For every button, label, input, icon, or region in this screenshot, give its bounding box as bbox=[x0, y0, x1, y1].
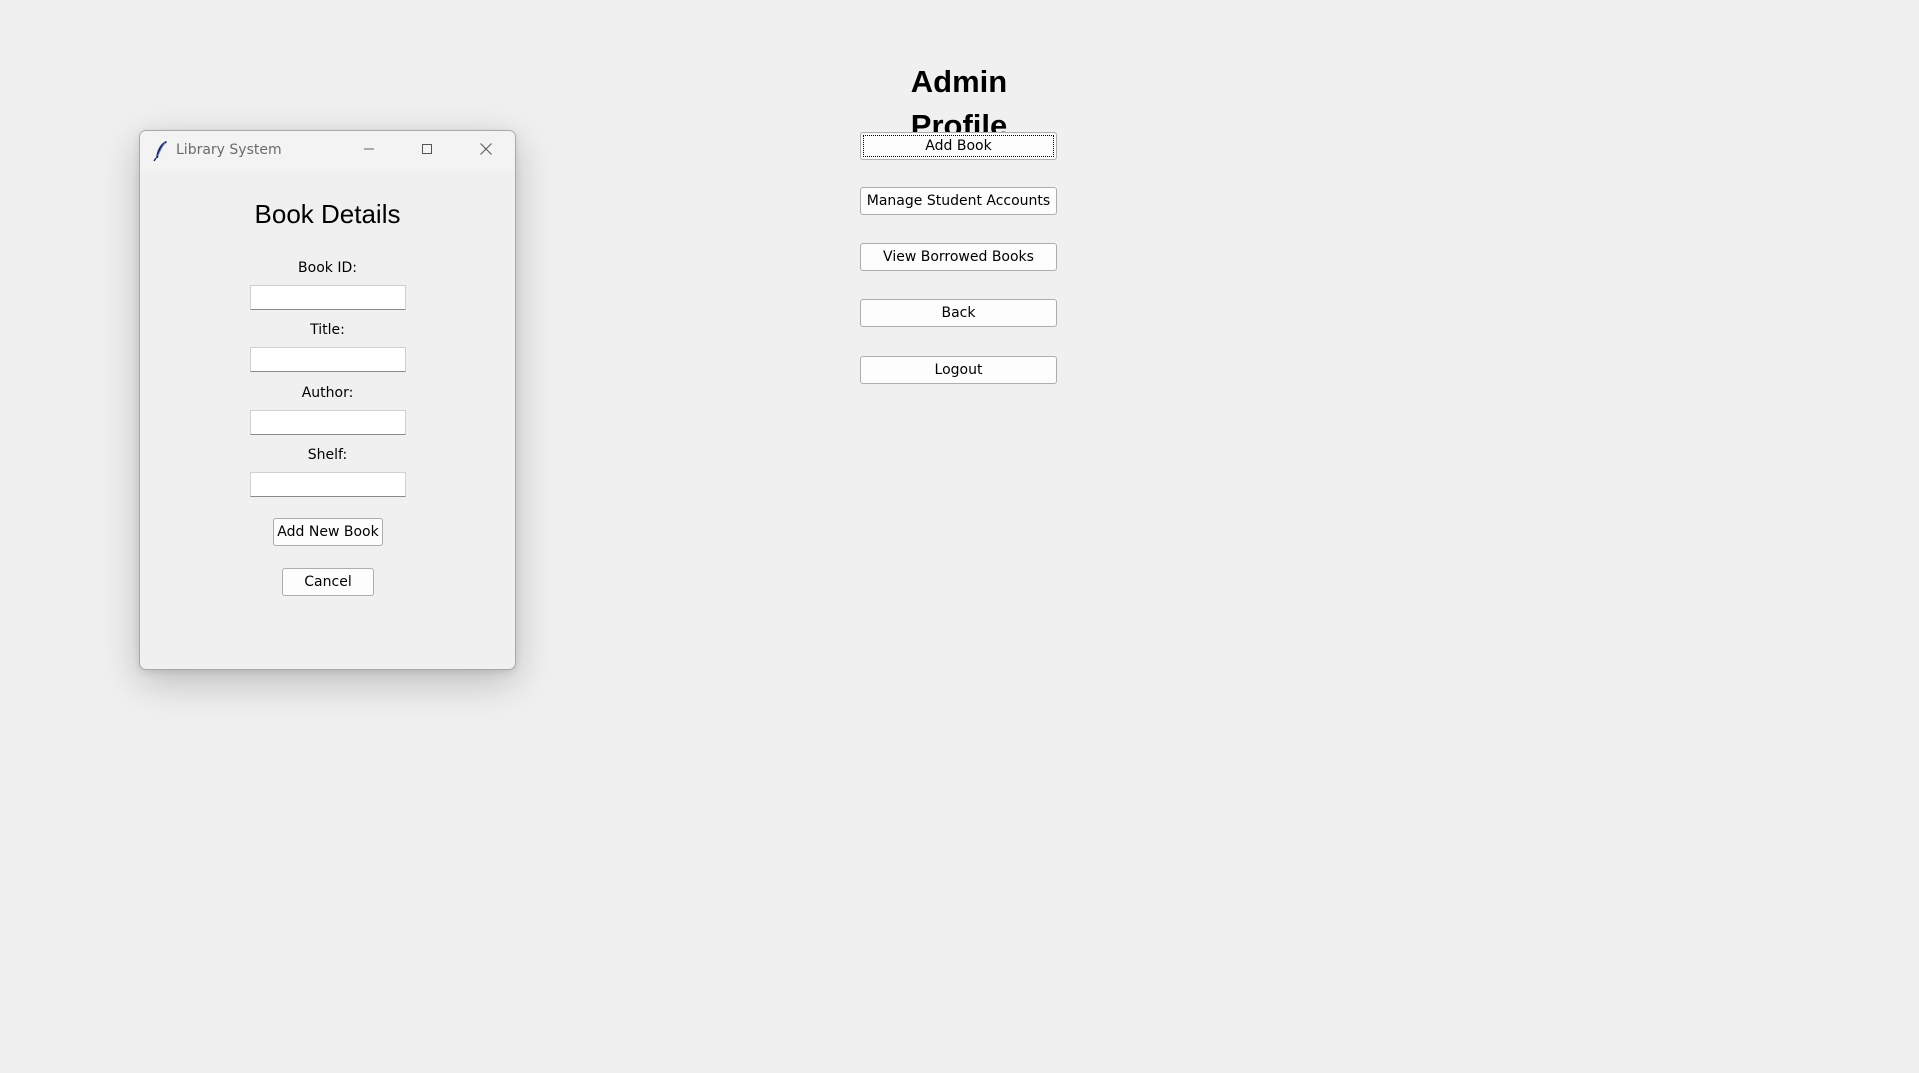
back-button[interactable]: Back bbox=[860, 299, 1057, 327]
add-new-book-button[interactable]: Add New Book bbox=[273, 518, 383, 546]
author-input[interactable] bbox=[250, 410, 406, 435]
shelf-input[interactable] bbox=[250, 472, 406, 497]
maximize-icon bbox=[421, 142, 433, 160]
book-id-input[interactable] bbox=[250, 285, 406, 310]
feather-icon bbox=[152, 140, 170, 162]
logout-button[interactable]: Logout bbox=[860, 356, 1057, 384]
add-book-button[interactable]: Add Book bbox=[860, 132, 1057, 160]
minimize-icon bbox=[363, 142, 375, 160]
close-icon bbox=[479, 142, 493, 161]
book-details-dialog: Library System Book Details Book ID: Tit… bbox=[139, 130, 516, 670]
dialog-window-title: Library System bbox=[176, 142, 282, 158]
dialog-heading: Book Details bbox=[254, 199, 401, 229]
shelf-label: Shelf: bbox=[307, 447, 348, 463]
minimize-button[interactable] bbox=[340, 131, 398, 171]
manage-student-accounts-button[interactable]: Manage Student Accounts bbox=[860, 187, 1057, 215]
cancel-button[interactable]: Cancel bbox=[282, 568, 374, 596]
dialog-titlebar[interactable]: Library System bbox=[140, 131, 515, 171]
maximize-button[interactable] bbox=[398, 131, 456, 171]
title-label: Title: bbox=[310, 322, 345, 338]
book-id-label: Book ID: bbox=[298, 260, 357, 276]
author-label: Author: bbox=[301, 385, 354, 401]
view-borrowed-books-button[interactable]: View Borrowed Books bbox=[860, 243, 1057, 271]
desktop: Admin Profile Add Book Manage Student Ac… bbox=[0, 0, 1919, 1073]
title-input[interactable] bbox=[250, 347, 406, 372]
close-button[interactable] bbox=[457, 131, 515, 171]
